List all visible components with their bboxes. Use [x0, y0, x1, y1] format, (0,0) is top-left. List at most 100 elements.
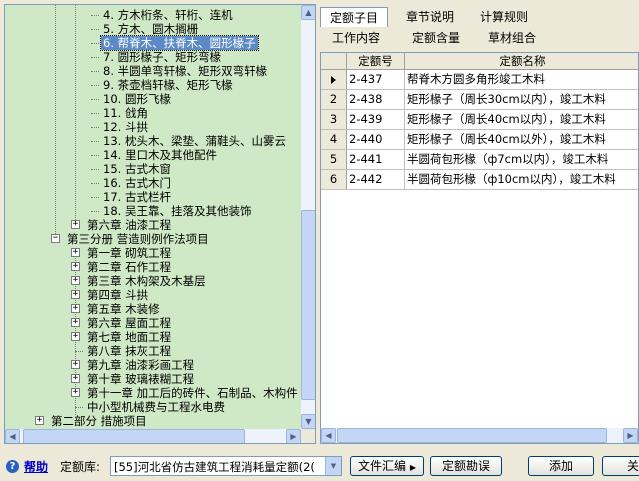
table-row[interactable]: 5 2-441 半圆荷包形椽（ф7cm以内），竣工木料: [321, 150, 638, 170]
scroll-up-button[interactable]: ▲: [301, 5, 315, 20]
tree-node[interactable]: + 第六章 油漆工程: [5, 218, 301, 232]
table-row[interactable]: 3 2-439 矩形椽子（周长40cm以内），竣工木料: [321, 110, 638, 130]
tree-node[interactable]: 15. 古式木窗: [5, 162, 301, 176]
tree-node[interactable]: + 第十章 玻璃裱糊工程: [5, 372, 301, 386]
cell-code[interactable]: 2-437: [347, 70, 405, 89]
expand-icon[interactable]: +: [71, 374, 80, 383]
help-link[interactable]: 帮助: [24, 458, 48, 475]
tree-node[interactable]: 5. 方木、圆木搁栅: [5, 22, 301, 36]
cell-name[interactable]: 矩形椽子（周长40cm以外），竣工木料: [405, 130, 638, 149]
table-row[interactable]: 2 2-438 矩形椽子（周长30cm以内），竣工木料: [321, 90, 638, 110]
tab-work-content[interactable]: 工作内容: [324, 28, 388, 48]
row-indicator[interactable]: [321, 70, 347, 89]
expand-icon[interactable]: +: [71, 318, 80, 327]
scroll-left-button[interactable]: ◀: [5, 429, 20, 443]
tree-node[interactable]: + 第六章 屋面工程: [5, 316, 301, 330]
tab-chapter-notes[interactable]: 章节说明: [398, 7, 462, 27]
quota-grid[interactable]: 定额号 定额名称 2-437 帮脊木方圆多角形竣工木料 2 2-438 矩形椽子（周长3…: [320, 52, 639, 444]
tree-node[interactable]: 12. 斗拱: [5, 120, 301, 134]
cell-name[interactable]: 半圆荷包形椽（ф7cm以内），竣工木料: [405, 150, 638, 169]
grid-horizontal-scrollbar[interactable]: ◀ ▶: [321, 428, 638, 443]
scroll-down-button[interactable]: ▼: [301, 414, 315, 429]
cell-name[interactable]: 矩形椽子（周长40cm以内），竣工木料: [405, 110, 638, 129]
expand-icon[interactable]: +: [71, 248, 80, 257]
add-button[interactable]: 添加: [528, 456, 594, 476]
scroll-thumb-horizontal[interactable]: [23, 429, 245, 443]
tree-node[interactable]: 7. 圆形椽子、矩形弯椽: [5, 50, 301, 64]
grid-scroll-left-button[interactable]: ◀: [321, 428, 336, 443]
tree-node[interactable]: 11. 戗角: [5, 106, 301, 120]
tree-node[interactable]: 13. 枕头木、梁垫、蒲鞋头、山雾云: [5, 134, 301, 148]
header-code[interactable]: 定额号: [347, 53, 405, 69]
header-name[interactable]: 定额名称: [405, 53, 638, 69]
cell-code[interactable]: 2-438: [347, 90, 405, 109]
tab-quota-content[interactable]: 定额含量: [404, 28, 468, 48]
table-row[interactable]: 4 2-440 矩形椽子（周长40cm以外），竣工木料: [321, 130, 638, 150]
file-compile-button[interactable]: 文件汇编 ▶: [350, 456, 424, 476]
tree-node[interactable]: 17. 古式栏杆: [5, 190, 301, 204]
tree-node[interactable]: + 第二部分 措施项目: [5, 414, 301, 428]
tree-node[interactable]: + 第五章 木装修: [5, 302, 301, 316]
tab-calc-rules[interactable]: 计算规则: [472, 7, 536, 27]
tree-node-label: 10. 圆形飞椽: [103, 92, 171, 106]
row-indicator[interactable]: 3: [321, 110, 347, 129]
table-row[interactable]: 2-437 帮脊木方圆多角形竣工木料: [321, 70, 638, 90]
row-indicator[interactable]: 5: [321, 150, 347, 169]
row-indicator[interactable]: 4: [321, 130, 347, 149]
cell-name[interactable]: 矩形椽子（周长30cm以内），竣工木料: [405, 90, 638, 109]
expand-icon[interactable]: +: [71, 304, 80, 313]
cell-code[interactable]: 2-440: [347, 130, 405, 149]
cell-name[interactable]: 帮脊木方圆多角形竣工木料: [405, 70, 638, 89]
quota-errata-button[interactable]: 定额勘误: [430, 456, 502, 476]
grid-scroll-thumb[interactable]: [337, 428, 607, 443]
tree-node[interactable]: 6. 帮脊木、扶脊木、圆形椽子: [5, 35, 301, 51]
scroll-thumb[interactable]: [301, 210, 315, 400]
cell-code[interactable]: 2-441: [347, 150, 405, 169]
tree-node[interactable]: + 第一章 砌筑工程: [5, 246, 301, 260]
tree-node[interactable]: + 第七章 地面工程: [5, 330, 301, 344]
tree-node[interactable]: + 第二章 石作工程: [5, 260, 301, 274]
expand-icon[interactable]: +: [71, 290, 80, 299]
cell-code[interactable]: 2-439: [347, 110, 405, 129]
tab-quota-items[interactable]: 定额子目: [320, 7, 388, 27]
tree-node[interactable]: 16. 古式木门: [5, 176, 301, 190]
collapse-icon[interactable]: −: [51, 234, 60, 243]
scroll-right-button[interactable]: ▶: [286, 429, 301, 443]
tree-horizontal-scrollbar[interactable]: ◀ ▶: [5, 429, 301, 443]
tree-node[interactable]: 中小型机械费与工程水电费: [5, 400, 301, 414]
expand-icon[interactable]: +: [71, 388, 80, 397]
tree-node[interactable]: 4. 方木桁条、轩桁、连机: [5, 8, 301, 22]
help-icon[interactable]: ?: [6, 460, 19, 473]
chevron-down-icon[interactable]: ▼: [325, 457, 341, 475]
cell-code[interactable]: 2-442: [347, 170, 405, 189]
tree-node[interactable]: 14. 里口木及其他配件: [5, 148, 301, 162]
library-select[interactable]: [55]河北省仿古建筑工程消耗量定额(2( ▼: [110, 456, 342, 476]
cell-name[interactable]: 半圆荷包形椽（ф10cm以内），竣工木料: [405, 170, 638, 189]
chapter-tree[interactable]: 4. 方木桁条、轩桁、连机 5. 方木、圆木搁栅 6. 帮脊木、扶脊木、圆形椽子 7.…: [4, 4, 316, 444]
tab-material-combo[interactable]: 草材组合: [480, 28, 544, 48]
tree-node[interactable]: + 第九章 油漆彩画工程: [5, 358, 301, 372]
row-indicator[interactable]: 6: [321, 170, 347, 189]
close-button[interactable]: 关: [602, 456, 639, 476]
header-indicator: [321, 53, 347, 69]
tree-vertical-scrollbar[interactable]: ▲ ▼: [301, 5, 315, 429]
tree-node[interactable]: 18. 吴王靠、挂落及其他装饰: [5, 204, 301, 218]
tree-node[interactable]: − 第三分册 营造则例作法项目: [5, 232, 301, 246]
expand-icon[interactable]: +: [71, 262, 80, 271]
expand-icon[interactable]: +: [71, 360, 80, 369]
expand-icon[interactable]: +: [35, 416, 44, 425]
expand-icon[interactable]: +: [71, 220, 80, 229]
grid-scroll-right-button[interactable]: ▶: [623, 428, 638, 443]
tree-node[interactable]: + 第十一章 加工后的砖件、石制品、木构件: [5, 386, 301, 400]
tree-node[interactable]: + 第三章 木构架及木基层: [5, 274, 301, 288]
table-row[interactable]: 6 2-442 半圆荷包形椽（ф10cm以内），竣工木料: [321, 170, 638, 190]
row-indicator[interactable]: 2: [321, 90, 347, 109]
tree-node[interactable]: + 第四章 斗拱: [5, 288, 301, 302]
expand-icon[interactable]: +: [71, 276, 80, 285]
tree-node-label: 9. 茶壶档轩椽、矩形飞椽: [103, 78, 233, 92]
tree-node[interactable]: 8. 半圆单弯轩椽、矩形双弯轩椽: [5, 64, 301, 78]
expand-icon[interactable]: +: [71, 332, 80, 341]
tree-node[interactable]: 第八章 抹灰工程: [5, 344, 301, 358]
tree-node[interactable]: 10. 圆形飞椽: [5, 92, 301, 106]
tree-node[interactable]: 9. 茶壶档轩椽、矩形飞椽: [5, 78, 301, 92]
